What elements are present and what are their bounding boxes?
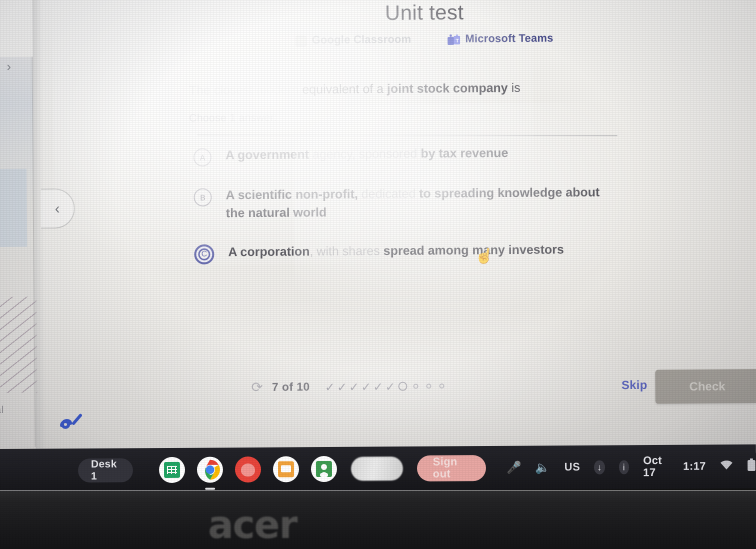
chevron-right-icon[interactable]: › <box>7 59 11 74</box>
choice-letter: B <box>200 192 206 202</box>
chromebook-screen: › al ‹ Unit test Google Classroom T Micr… <box>0 0 756 460</box>
laptop-bezel: acer <box>0 491 756 549</box>
choice-b-faded: dedicated <box>357 186 416 202</box>
wifi-icon[interactable] <box>720 460 733 474</box>
choice-letter: A <box>199 152 206 162</box>
choice-c-lead: A corporation <box>228 244 310 259</box>
chevron-left-icon: ‹ <box>54 199 60 218</box>
microphone-icon[interactable]: 🎤 <box>506 461 521 475</box>
input-method-indicator[interactable]: US <box>564 461 580 473</box>
acer-brand-logo: acer <box>208 503 298 547</box>
microsoft-teams-icon: T <box>447 33 460 45</box>
shelf-app-list <box>158 455 403 484</box>
exercise-footer: ⟳ 7 of 10 ✓ ✓ ✓ ✓ ✓ ✓ Skip Check <box>91 369 756 414</box>
edge-text-fragment: al <box>0 404 4 417</box>
choice-a-faded: agency, sponsored <box>312 146 418 162</box>
progress-dot-check: ✓ <box>360 379 372 394</box>
paint-app-icon[interactable] <box>234 456 261 483</box>
info-status-icon[interactable]: i <box>618 460 630 475</box>
answer-choices-list: A A government agency, sponsored by tax … <box>193 144 664 285</box>
progress-dot-empty <box>439 383 445 389</box>
question-prefix: The closest modern <box>188 82 299 98</box>
share-links-row: Google Classroom T Microsoft Teams <box>89 31 756 48</box>
blurred-app-icon[interactable] <box>350 456 403 481</box>
choice-c-tail: spread among many investors <box>379 242 564 258</box>
battery-icon[interactable] <box>747 458 756 474</box>
tray-time[interactable]: 1:17 <box>683 461 706 473</box>
radio-button-b[interactable]: B <box>193 188 212 207</box>
radio-button-a[interactable]: A <box>193 148 212 167</box>
google-classroom-app-icon[interactable] <box>310 455 337 483</box>
question-text: The closest modern equivalent of a joint… <box>189 78 659 100</box>
blue-pen-squiggle <box>57 411 85 438</box>
answer-choice-c[interactable]: C A corporation, with shares spread amon… <box>194 240 664 264</box>
choices-divider <box>197 134 618 137</box>
question-bold-term: joint stock company <box>386 80 508 96</box>
choice-a-lead: A government <box>225 147 313 163</box>
google-chrome-icon[interactable] <box>196 456 223 483</box>
progress-dot-current <box>398 381 408 391</box>
svg-text:T: T <box>455 38 458 44</box>
progress-group: ⟳ 7 of 10 ✓ ✓ ✓ ✓ ✓ ✓ <box>251 377 447 396</box>
progress-dot-empty <box>413 383 419 389</box>
share-link-label: Google Classroom <box>311 33 412 47</box>
refresh-icon[interactable]: ⟳ <box>251 379 263 396</box>
answer-choice-b[interactable]: B A scientific non-profit, dedicated to … <box>193 184 664 223</box>
progress-dot-check: ✓ <box>336 379 348 394</box>
system-tray: 🎤 🔈 US ↓ i Oct 17 1:17 <box>506 454 756 480</box>
progress-label: 7 of 10 <box>271 381 310 394</box>
desk-indicator[interactable]: Desk 1 <box>77 458 133 483</box>
chromeos-shelf: Desk 1 Sign out 🎤 🔈 US ↓ i Oct 17 1:17 <box>0 444 756 493</box>
check-button[interactable]: Check <box>655 369 756 404</box>
left-window-blue-area <box>0 168 28 248</box>
download-status-icon[interactable]: ↓ <box>594 460 605 475</box>
share-link-microsoft-teams[interactable]: T Microsoft Teams <box>447 33 553 46</box>
question-main: equivalent of a <box>302 81 388 97</box>
choice-letter: C <box>201 249 208 259</box>
volume-icon[interactable]: 🔈 <box>535 461 550 475</box>
share-link-google-classroom[interactable]: Google Classroom <box>295 33 412 47</box>
answer-choice-b-text: A scientific non-profit, dedicated to sp… <box>226 184 621 223</box>
pen-hatch-marks <box>0 296 38 394</box>
answer-choice-a[interactable]: A A government agency, sponsored by tax … <box>193 144 663 167</box>
mouse-cursor-pointer: ☝ <box>474 247 495 267</box>
choice-c-faded: , with shares <box>309 243 380 259</box>
sign-out-button[interactable]: Sign out <box>416 455 487 482</box>
progress-dot-check: ✓ <box>324 379 335 394</box>
google-slides-icon[interactable] <box>272 456 299 483</box>
page-title: Unit test <box>384 1 464 25</box>
laptop-screen-photo: › al ‹ Unit test Google Classroom T Micr… <box>0 0 756 549</box>
progress-dot-check: ✓ <box>373 379 384 394</box>
tray-date[interactable]: Oct 17 <box>643 455 669 479</box>
progress-dot-check: ✓ <box>385 379 396 394</box>
progress-dots: ✓ ✓ ✓ ✓ ✓ ✓ <box>324 379 447 394</box>
question-suffix: is <box>507 80 521 95</box>
choice-a-tail: by tax revenue <box>417 145 509 161</box>
choose-answer-label: Choose 1 answer: <box>189 111 278 125</box>
answer-choice-a-text: A government agency, sponsored by tax re… <box>225 145 508 165</box>
progress-dot-empty <box>426 383 432 389</box>
radio-button-c-selected[interactable]: C <box>194 243 215 264</box>
choice-b-lead: A scientific non-profit, <box>225 187 358 203</box>
answer-choice-c-text: A corporation, with shares spread among … <box>228 241 564 261</box>
skip-button[interactable]: Skip <box>621 378 647 392</box>
exercise-content: Unit test Google Classroom T Microsoft T… <box>88 0 756 458</box>
google-classroom-icon <box>295 35 307 47</box>
share-link-label: Microsoft Teams <box>465 32 554 46</box>
progress-dot-check: ✓ <box>348 379 360 394</box>
google-sheets-icon[interactable] <box>158 456 185 484</box>
